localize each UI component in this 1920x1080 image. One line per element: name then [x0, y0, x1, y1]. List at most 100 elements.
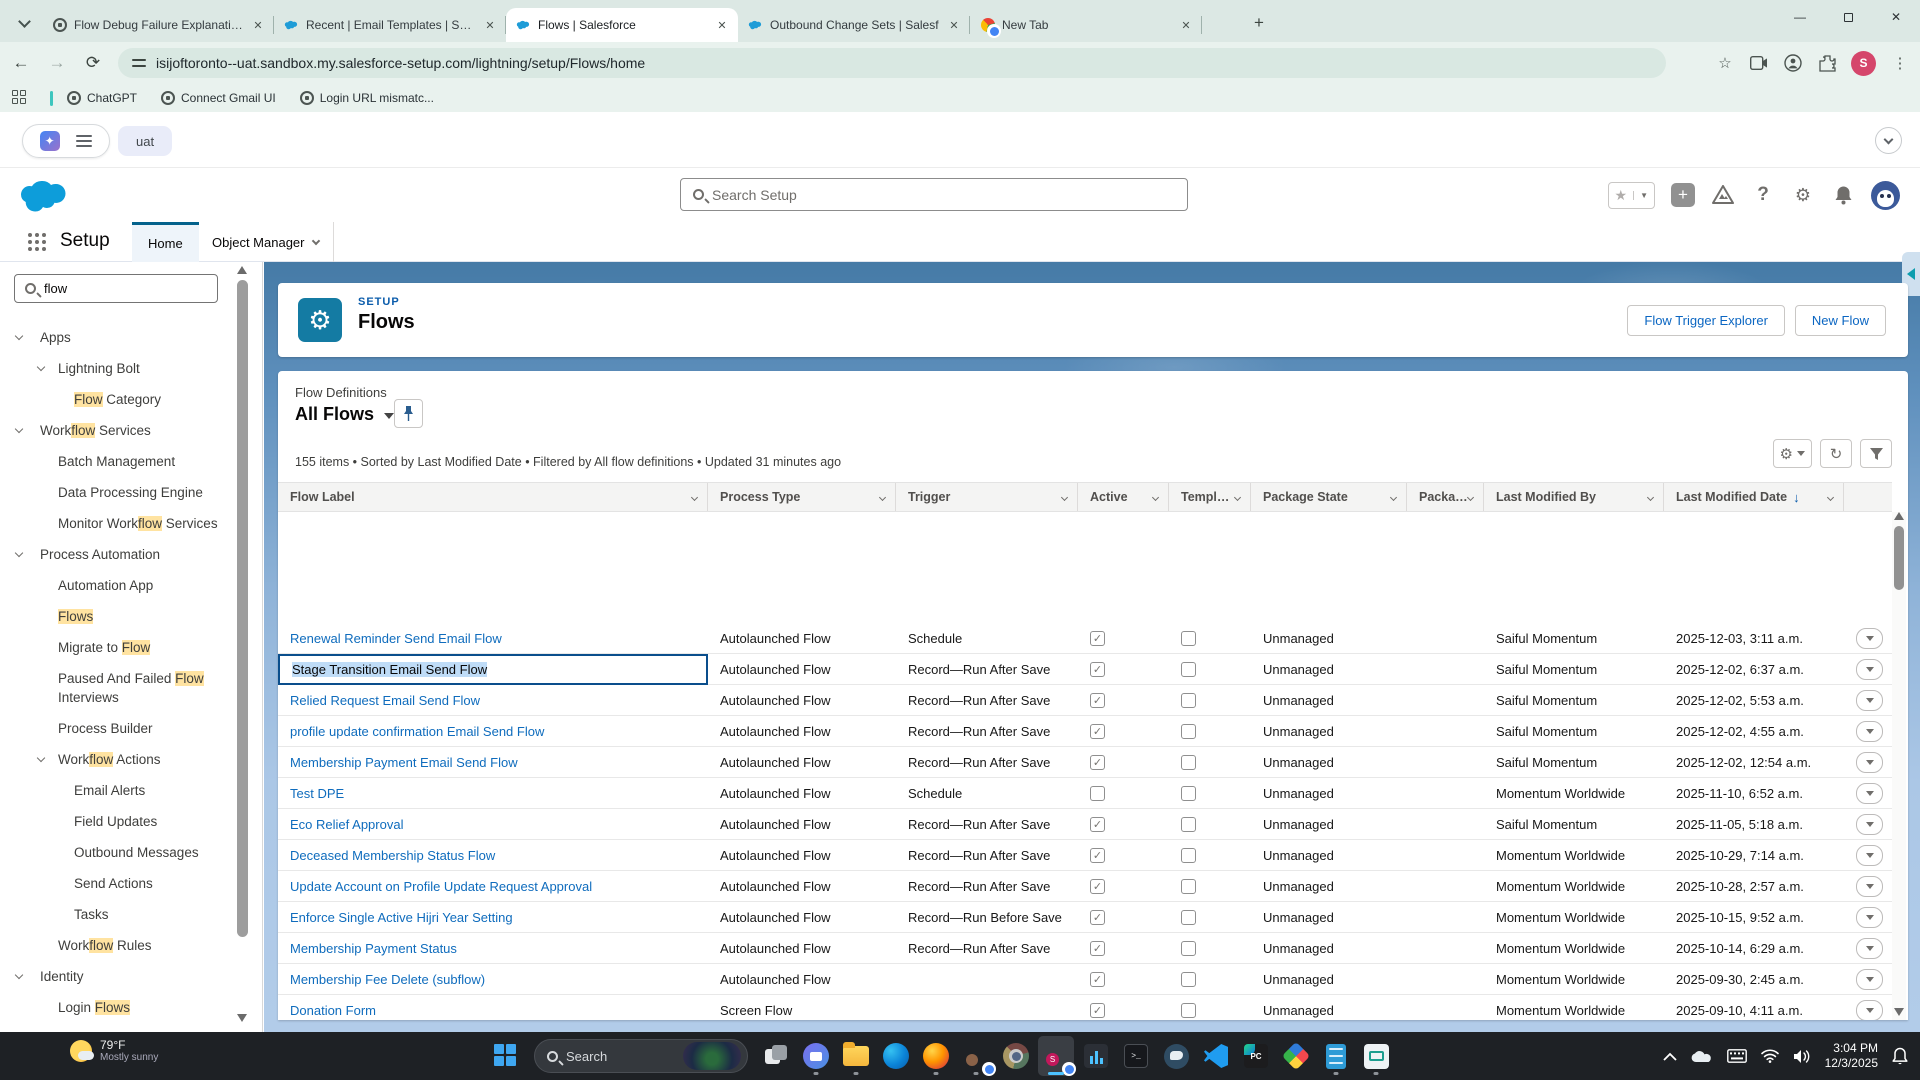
sidebar-item-4[interactable]: Workflow Services: [0, 421, 232, 440]
column-header-3[interactable]: Trigger: [896, 483, 1078, 511]
chrome-dark-icon[interactable]: [998, 1036, 1034, 1076]
refresh-button[interactable]: ↻: [1820, 439, 1852, 468]
row-actions-button[interactable]: [1856, 968, 1883, 990]
task-view-icon[interactable]: [758, 1036, 794, 1076]
template-checkbox[interactable]: [1181, 1002, 1196, 1018]
flow-label-cell[interactable]: Deceased Membership Status Flow: [278, 848, 708, 863]
template-checkbox[interactable]: [1181, 847, 1196, 863]
browser-tab-1[interactable]: Flow Debug Failure Explanation ✕: [42, 8, 274, 42]
help-icon[interactable]: ?: [1751, 183, 1775, 207]
active-checkbox[interactable]: ✓: [1090, 723, 1105, 739]
template-checkbox[interactable]: [1181, 785, 1196, 801]
setup-gear-icon[interactable]: ⚙: [1791, 183, 1815, 207]
app-launcher-icon[interactable]: [28, 233, 46, 251]
sidebar-item-12[interactable]: Paused And Failed Flow Interviews: [0, 669, 232, 707]
user-avatar[interactable]: [1871, 180, 1900, 210]
flow-label-link[interactable]: Eco Relief Approval: [290, 817, 403, 832]
sidebar-search-input[interactable]: flow: [14, 274, 218, 303]
bookmark-item-2[interactable]: Connect Gmail UI: [161, 91, 276, 105]
tab-close-icon[interactable]: ✕: [714, 17, 730, 33]
row-actions-button[interactable]: [1856, 689, 1883, 711]
flow-label-link[interactable]: Update Account on Profile Update Request…: [290, 879, 592, 894]
active-checkbox[interactable]: ✓: [1090, 971, 1105, 987]
sidebar-item-19[interactable]: Tasks: [0, 905, 232, 924]
row-actions-button[interactable]: [1856, 937, 1883, 959]
flow-label-link[interactable]: Deceased Membership Status Flow: [290, 848, 495, 863]
active-checkbox[interactable]: ✓: [1090, 940, 1105, 956]
postgres-icon[interactable]: [1158, 1036, 1194, 1076]
sidebar-item-9[interactable]: Automation App: [0, 576, 232, 595]
flow-label-link[interactable]: Donation Form: [290, 1003, 376, 1018]
sidebar-item-14[interactable]: Workflow Actions: [0, 750, 232, 769]
template-checkbox[interactable]: [1181, 909, 1196, 925]
template-checkbox[interactable]: [1181, 971, 1196, 987]
flow-label-cell[interactable]: Eco Relief Approval: [278, 817, 708, 832]
column-header-9[interactable]: Last Modified Date ↓: [1664, 483, 1844, 511]
global-actions-button[interactable]: +: [1671, 183, 1695, 207]
sidebar-item-5[interactable]: Batch Management: [0, 452, 232, 471]
flow-label-link[interactable]: Enforce Single Active Hijri Year Setting: [290, 910, 513, 925]
sidebar-item-20[interactable]: Workflow Rules: [0, 936, 232, 955]
tab-close-icon[interactable]: ✕: [482, 17, 498, 33]
tab-object-manager[interactable]: Object Manager: [196, 222, 335, 262]
template-checkbox[interactable]: [1181, 754, 1196, 770]
trailhead-icon[interactable]: [1711, 183, 1735, 207]
search-highlight-image[interactable]: [683, 1042, 741, 1070]
column-header-8[interactable]: Last Modified By: [1484, 483, 1664, 511]
row-actions-button[interactable]: [1856, 659, 1883, 680]
template-checkbox[interactable]: [1181, 940, 1196, 956]
row-actions-button[interactable]: [1856, 844, 1883, 866]
tab-close-icon[interactable]: ✕: [946, 17, 962, 33]
row-actions-button[interactable]: [1856, 627, 1883, 649]
workspace-tab-uat[interactable]: uat: [118, 126, 173, 156]
extensions-puzzle-icon[interactable]: [1817, 53, 1837, 73]
flow-label-cell[interactable]: Enforce Single Active Hijri Year Setting: [278, 910, 708, 925]
flow-label-link[interactable]: Membership Fee Delete (subflow): [290, 972, 485, 987]
flow-label-cell[interactable]: Membership Fee Delete (subflow): [278, 972, 708, 987]
column-header-7[interactable]: Packa…: [1407, 483, 1484, 511]
sidebar-item-2[interactable]: Lightning Bolt: [0, 359, 232, 378]
site-settings-icon[interactable]: [132, 56, 146, 70]
active-checkbox[interactable]: ✓: [1090, 662, 1105, 677]
row-actions-button[interactable]: [1856, 875, 1883, 897]
flow-label-link[interactable]: Relied Request Email Send Flow: [290, 693, 480, 708]
collapse-button[interactable]: [1875, 127, 1902, 154]
flow-label-link[interactable]: Test DPE: [290, 786, 344, 801]
profile-extension-icon[interactable]: [1783, 53, 1803, 73]
flow-label-cell[interactable]: Renewal Reminder Send Email Flow: [278, 631, 708, 646]
sidebar-item-8[interactable]: Process Automation: [0, 545, 232, 564]
diamond-app-icon[interactable]: [1278, 1036, 1314, 1076]
maximize-button[interactable]: [1824, 0, 1872, 34]
sidebar-scrollbar[interactable]: [237, 266, 248, 1026]
apps-grid-icon[interactable]: [12, 90, 28, 106]
favorites-button[interactable]: ★ ▼: [1607, 181, 1655, 209]
ai-assistant-pill[interactable]: ✦: [22, 124, 110, 158]
active-checkbox[interactable]: ✓: [1090, 692, 1105, 708]
tray-chevron-up-icon[interactable]: [1662, 1052, 1677, 1061]
flow-label-cell[interactable]: Relied Request Email Send Flow: [278, 693, 708, 708]
flow-label-link[interactable]: profile update confirmation Email Send F…: [290, 724, 544, 739]
flow-label-cell[interactable]: profile update confirmation Email Send F…: [278, 724, 708, 739]
row-actions-button[interactable]: [1856, 782, 1883, 804]
flow-label-cell[interactable]: Donation Form: [278, 1003, 708, 1018]
flow-label-cell[interactable]: Test DPE: [278, 786, 708, 801]
edge-icon[interactable]: [878, 1036, 914, 1076]
active-checkbox[interactable]: ✓: [1090, 630, 1105, 646]
address-bar[interactable]: isijoftoronto--uat.sandbox.my.salesforce…: [118, 48, 1666, 78]
template-checkbox[interactable]: [1181, 630, 1196, 646]
pin-list-view-button[interactable]: [394, 399, 423, 428]
sidebar-item-17[interactable]: Outbound Messages: [0, 843, 232, 862]
browser-tab-3[interactable]: Flows | Salesforce ✕: [506, 8, 738, 42]
column-header-2[interactable]: Process Type: [708, 483, 896, 511]
template-checkbox[interactable]: [1181, 723, 1196, 739]
terminal-icon[interactable]: >_: [1118, 1036, 1154, 1076]
sidebar-item-21[interactable]: Identity: [0, 967, 232, 986]
bookmark-item-3[interactable]: Login URL mismatc...: [299, 91, 434, 105]
pycharm-icon[interactable]: PC: [1238, 1036, 1274, 1076]
tab-search-button[interactable]: [10, 8, 38, 34]
start-button[interactable]: [488, 1036, 524, 1076]
active-checkbox[interactable]: ✓: [1090, 816, 1105, 832]
notification-bell-icon[interactable]: [1892, 1047, 1908, 1065]
browser-profile-avatar[interactable]: S: [1851, 50, 1876, 76]
scrollbar-thumb[interactable]: [1894, 526, 1904, 590]
